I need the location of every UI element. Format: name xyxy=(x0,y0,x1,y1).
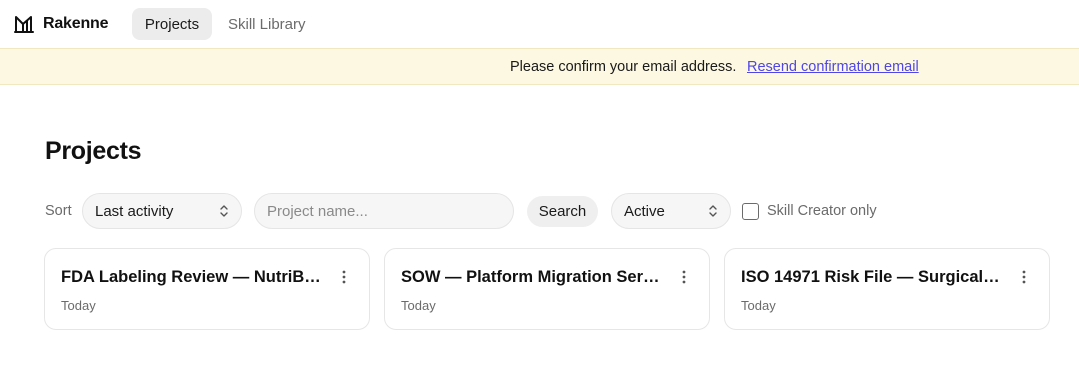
brand-name: Rakenne xyxy=(43,15,109,32)
tab-projects[interactable]: Projects xyxy=(132,8,212,40)
banner-message: Please confirm your email address. xyxy=(510,59,737,75)
project-card-title: FDA Labeling Review — NutriBar Protein P… xyxy=(61,268,323,286)
project-card[interactable]: FDA Labeling Review — NutriBar Protein P… xyxy=(44,248,370,330)
project-card[interactable]: ISO 14971 Risk File — Surgical Robot Tod… xyxy=(724,248,1050,330)
resend-confirmation-link[interactable]: Resend confirmation email xyxy=(747,59,919,75)
skill-creator-label[interactable]: Skill Creator only xyxy=(767,203,877,219)
sort-select[interactable]: Last activity xyxy=(82,193,242,229)
more-vertical-icon[interactable] xyxy=(341,269,347,285)
project-card-title: ISO 14971 Risk File — Surgical Robot xyxy=(741,268,1003,286)
top-nav: Rakenne Projects Skill Library xyxy=(0,0,1079,48)
more-vertical-icon[interactable] xyxy=(1021,269,1027,285)
tab-skill-library[interactable]: Skill Library xyxy=(216,8,318,40)
brand[interactable]: Rakenne xyxy=(14,15,108,33)
chevron-up-down-icon xyxy=(220,205,228,217)
project-card-date: Today xyxy=(741,298,776,313)
email-confirm-banner: Please confirm your email address. Resen… xyxy=(0,48,1079,85)
logo-icon xyxy=(14,16,34,33)
sort-select-value: Last activity xyxy=(95,202,174,220)
chevron-up-down-icon xyxy=(709,205,717,217)
project-card[interactable]: SOW — Platform Migration Services Today xyxy=(384,248,710,330)
project-card-date: Today xyxy=(401,298,436,313)
search-button[interactable]: Search xyxy=(527,196,598,227)
project-card-title: SOW — Platform Migration Services xyxy=(401,268,663,286)
project-search-input[interactable] xyxy=(254,193,514,229)
skill-creator-checkbox[interactable] xyxy=(742,203,759,220)
page-title: Projects xyxy=(45,137,142,165)
sort-label: Sort xyxy=(45,203,72,219)
project-card-date: Today xyxy=(61,298,96,313)
more-vertical-icon[interactable] xyxy=(681,269,687,285)
status-select-value: Active xyxy=(624,202,665,220)
status-select[interactable]: Active xyxy=(611,193,731,229)
